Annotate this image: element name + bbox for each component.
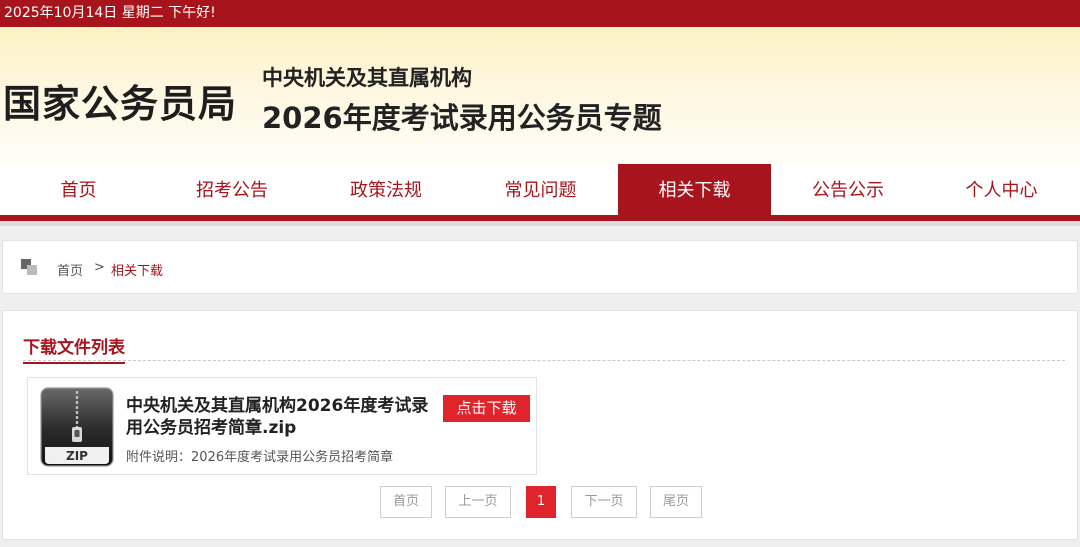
pager-current[interactable]: 1 xyxy=(526,486,556,518)
header-subtitle: 中央机关及其直属机构 xyxy=(262,66,472,90)
download-button[interactable]: 点击下载 xyxy=(443,395,530,422)
pager-first[interactable]: 首页 xyxy=(380,486,432,518)
pager-last[interactable]: 尾页 xyxy=(650,486,702,518)
nav-announcements[interactable]: 公告公示 xyxy=(771,164,925,217)
pager-prev[interactable]: 上一页 xyxy=(445,486,511,518)
breadcrumb-separator: > xyxy=(94,260,105,275)
location-icon xyxy=(21,259,39,275)
header-title: 2026年度考试录用公务员专题 xyxy=(262,101,662,135)
main-nav: 首页 招考公告 政策法规 常见问题 相关下载 公告公示 个人中心 xyxy=(0,164,1080,217)
zip-label: ZIP xyxy=(66,449,88,463)
file-card: ZIP 中央机关及其直属机构2026年度考试录用公务员招考简章.zip 附件说明… xyxy=(27,377,537,475)
section-divider xyxy=(23,360,1065,361)
file-description: 附件说明：2026年度考试录用公务员招考简章 xyxy=(126,450,394,465)
nav-shadow xyxy=(0,221,1080,226)
breadcrumb-home[interactable]: 首页 xyxy=(57,260,83,279)
site-logo[interactable]: 国家公务员局 xyxy=(3,73,237,128)
breadcrumb: 首页 > 相关下载 xyxy=(2,240,1078,294)
date-bar: 2025年10月14日 星期二 下午好! xyxy=(0,0,1080,27)
nav-downloads[interactable]: 相关下载 xyxy=(618,164,771,217)
site-header: 国家公务员局 中央机关及其直属机构 2026年度考试录用公务员专题 xyxy=(0,27,1080,164)
download-panel: 下载文件列表 ZIP 中央机关及其直属机构2026年度考试录用公务员招考简章.z… xyxy=(2,310,1078,540)
nav-recruitment-notice[interactable]: 招考公告 xyxy=(155,164,309,217)
nav-policies[interactable]: 政策法规 xyxy=(309,164,463,217)
nav-user-center[interactable]: 个人中心 xyxy=(925,164,1078,217)
zip-file-icon: ZIP xyxy=(40,387,114,467)
breadcrumb-current: 相关下载 xyxy=(111,264,164,279)
file-name[interactable]: 中央机关及其直属机构2026年度考试录用公务员招考简章.zip xyxy=(126,395,434,439)
nav-home[interactable]: 首页 xyxy=(2,164,155,217)
pager-next[interactable]: 下一页 xyxy=(571,486,637,518)
nav-faq[interactable]: 常见问题 xyxy=(463,164,618,217)
